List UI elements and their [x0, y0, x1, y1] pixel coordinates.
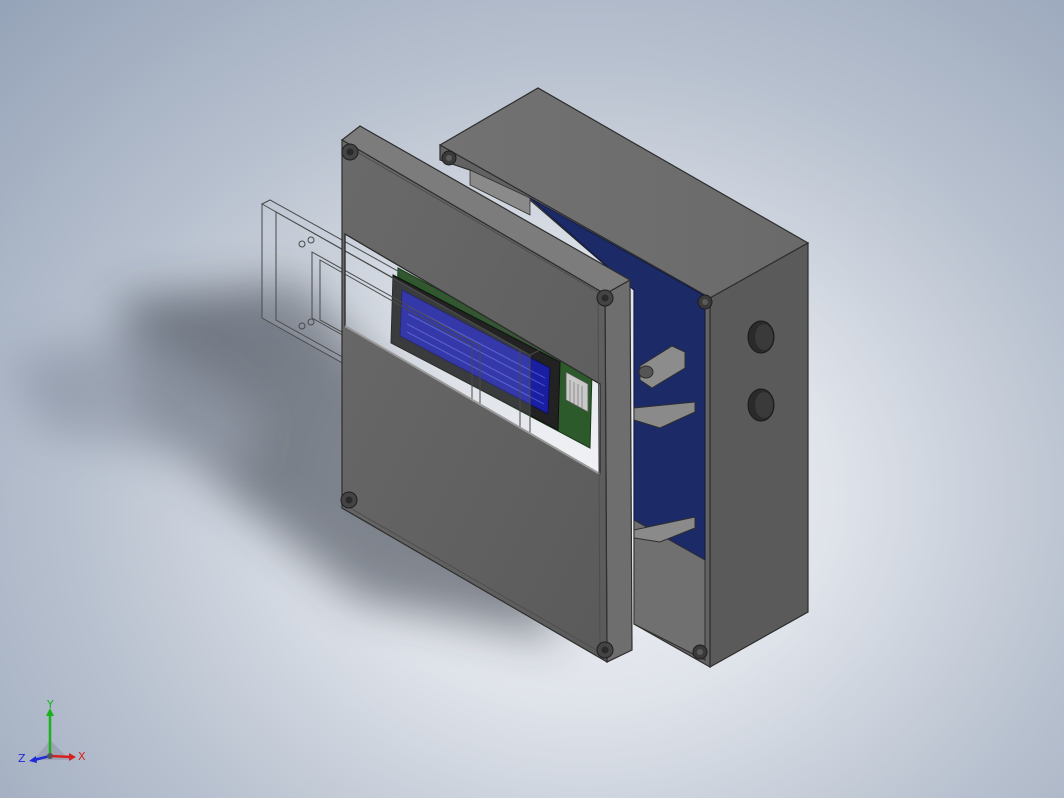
triad-x-axis — [49, 754, 73, 759]
lid-screw-hole-bl — [340, 491, 358, 509]
model-canvas[interactable] — [0, 0, 1064, 798]
triad-z-arrow — [29, 756, 37, 763]
enclosure-screw-hole-br — [692, 644, 708, 660]
triad-z-label: Z — [18, 752, 26, 765]
view-triad-icon[interactable]: Y X Z — [14, 700, 94, 780]
lid-screw-hole-tr — [596, 289, 614, 307]
triad-x-label: X — [78, 750, 86, 763]
lid-screw-hole-tl — [341, 143, 359, 161]
enclosure-screw-hole-tr — [697, 294, 713, 310]
triad-x-arrow — [69, 753, 76, 761]
lid-screw-hole-br — [596, 641, 614, 659]
cad-viewport[interactable]: Y X Z — [0, 0, 1064, 798]
lid-side-face — [604, 278, 633, 663]
enclosure-screw-hole-tl — [441, 150, 457, 166]
cable-hole-bottom — [747, 388, 775, 422]
triad-y-label: Y — [46, 700, 54, 711]
cable-hole-top — [747, 320, 775, 354]
triad-origin — [47, 753, 53, 759]
enclosure-right-face — [709, 241, 809, 669]
